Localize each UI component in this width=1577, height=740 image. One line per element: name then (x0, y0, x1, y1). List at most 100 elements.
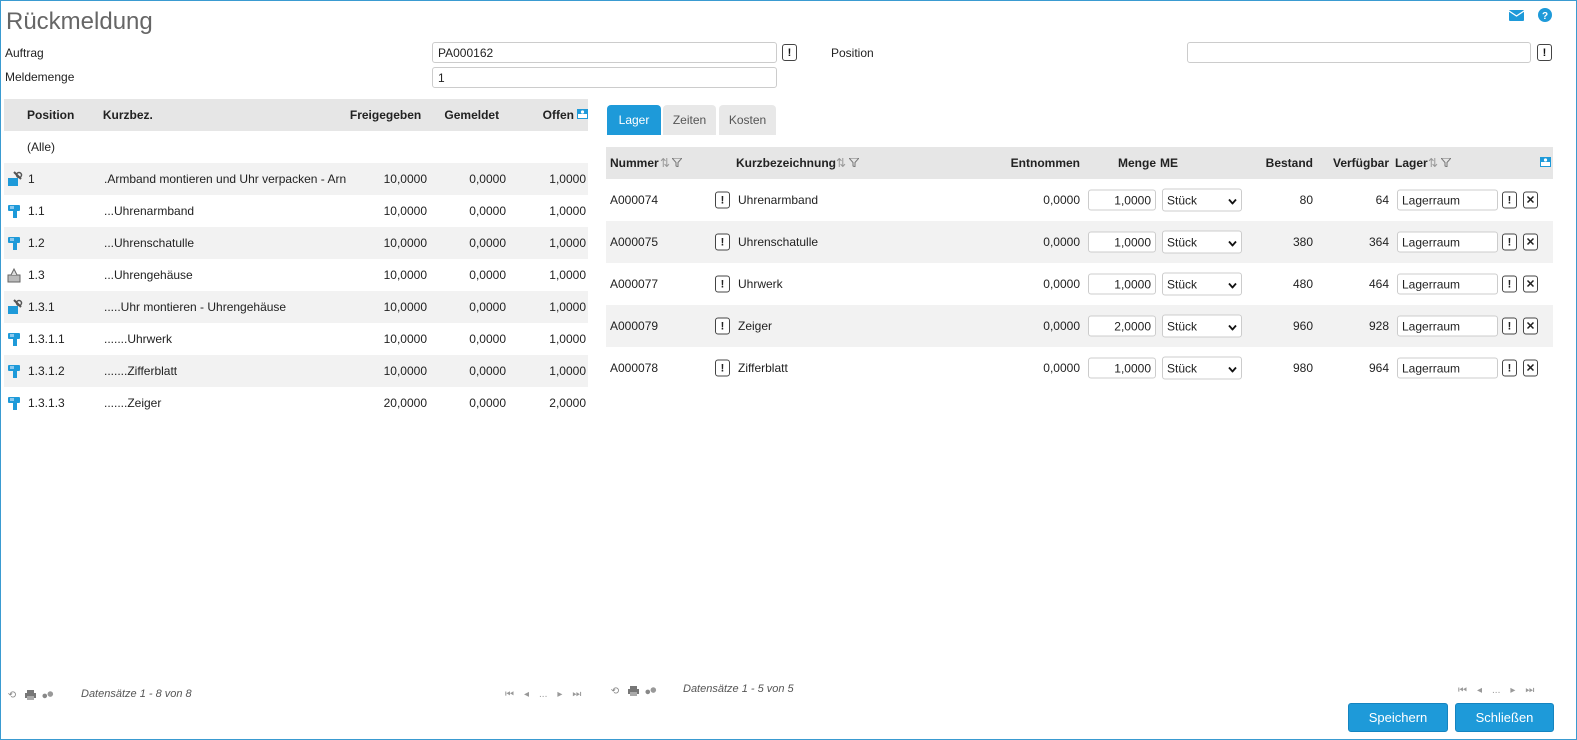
menge-input[interactable]: 1,0000 (1088, 231, 1156, 253)
article-info-button[interactable]: ! (715, 359, 730, 377)
me-select[interactable]: Stück (1162, 356, 1242, 380)
table-row[interactable]: A000074! Uhrenarmband 0,0000 1,0000 Stück 80 6… (606, 179, 1553, 221)
pager-ellipsis[interactable]: ... (1492, 685, 1500, 696)
table-row[interactable]: 1.3.1.1 .......Uhrwerk 10,0000 0,0000 1,0000 (4, 323, 588, 355)
table-row[interactable]: A000077! Uhrwerk 0,0000 1,0000 Stück 480 464 La… (606, 263, 1553, 305)
save-button[interactable]: Speichern (1348, 703, 1448, 732)
me-select[interactable]: Stück (1162, 272, 1242, 296)
delete-row-button[interactable]: ✕ (1523, 233, 1538, 251)
col-nummer[interactable]: Nummer (610, 156, 659, 170)
menge-input[interactable]: 1,0000 (1088, 273, 1156, 295)
filter-icon[interactable] (670, 156, 684, 170)
col-menge[interactable]: Menge (1118, 156, 1156, 170)
col-kurzbez[interactable]: Kurzbez. (103, 108, 344, 122)
me-select[interactable]: Stück (1162, 188, 1242, 212)
delete-row-button[interactable]: ✕ (1523, 317, 1538, 335)
lager-input[interactable]: Lagerraum (1397, 273, 1498, 295)
table-row[interactable]: 1.3.1.3 .......Zeiger 20,0000 0,0000 2,0000 (4, 387, 588, 419)
delete-row-button[interactable]: ✕ (1523, 275, 1538, 293)
page-title: Rückmeldung (6, 8, 153, 35)
table-row[interactable]: 1.3.1.2 .......Zifferblatt 10,0000 0,0000 1,… (4, 355, 588, 387)
print-icon[interactable] (24, 689, 36, 701)
article-info-button[interactable]: ! (715, 317, 730, 335)
last-page-icon[interactable]: ⏭ (572, 689, 581, 700)
lager-input[interactable]: Lagerraum (1397, 315, 1498, 337)
col-verfuegbar[interactable]: Verfügbar (1333, 156, 1389, 170)
lager-info-button[interactable]: ! (1502, 359, 1517, 377)
delete-row-button[interactable]: ✕ (1523, 359, 1538, 377)
filter-icon[interactable] (1439, 156, 1453, 170)
menge-input[interactable]: 1,0000 (1088, 357, 1156, 379)
table-row[interactable]: A000079! Zeiger 0,0000 2,0000 Stück 960 928 Lag… (606, 305, 1553, 347)
col-gemeldet[interactable]: Gemeldet (421, 108, 499, 122)
print-icon[interactable] (627, 685, 639, 697)
table-row[interactable]: 1.3.1 .....Uhr montieren - Uhrengehäuse 10… (4, 291, 588, 323)
lager-info-button[interactable]: ! (1502, 317, 1517, 335)
me-select[interactable]: Stück (1162, 314, 1242, 338)
table-row[interactable]: 1.3 ...Uhrengehäuse 10,0000 0,0000 1,0000 (4, 259, 588, 291)
me-value: Stück (1167, 235, 1198, 249)
last-page-icon[interactable]: ⏭ (1525, 685, 1534, 696)
prev-page-icon[interactable]: ◂ (524, 689, 529, 700)
col-lager[interactable]: Lager (1395, 156, 1428, 170)
row-gemeldet: 0,0000 (469, 364, 506, 378)
column-chooser-icon[interactable] (577, 108, 588, 122)
assembly-icon (6, 298, 24, 316)
next-page-icon[interactable]: ▸ (557, 689, 562, 700)
col-position[interactable]: Position (4, 108, 103, 122)
row-freigegeben: 10,0000 (383, 332, 427, 346)
tab-lager[interactable]: Lager (607, 105, 661, 135)
refresh-icon[interactable]: ⟲ (609, 685, 621, 697)
next-page-icon[interactable]: ▸ (1510, 685, 1515, 696)
col-freigegeben[interactable]: Freigegeben (344, 108, 421, 122)
auftrag-input[interactable]: PA000162 (432, 42, 777, 63)
close-button[interactable]: Schließen (1455, 703, 1554, 732)
position-input[interactable] (1187, 42, 1531, 63)
lager-info-button[interactable]: ! (1502, 191, 1517, 209)
lager-input[interactable]: Lagerraum (1397, 231, 1498, 253)
list-item-all[interactable]: (Alle) (4, 131, 588, 163)
lager-input[interactable]: Lagerraum (1397, 357, 1498, 379)
lager-input[interactable]: Lagerraum (1397, 189, 1498, 211)
first-page-icon[interactable]: ⏮ (1458, 685, 1467, 696)
table-row[interactable]: A000075! Uhrenschatulle 0,0000 1,0000 Stück 3… (606, 221, 1553, 263)
menge-input[interactable]: 2,0000 (1088, 315, 1156, 337)
col-offen[interactable]: Offen (499, 108, 574, 122)
settings-icon[interactable] (645, 685, 657, 697)
me-value: Stück (1167, 193, 1198, 207)
refresh-icon[interactable]: ⟲ (6, 689, 18, 701)
sort-icon[interactable]: ⇅ (1428, 156, 1438, 170)
first-page-icon[interactable]: ⏮ (505, 689, 514, 700)
tab-kosten[interactable]: Kosten (719, 105, 776, 135)
filter-icon[interactable] (847, 156, 861, 170)
settings-icon[interactable] (42, 689, 54, 701)
table-row[interactable]: 1 .Armband montieren und Uhr verpacken - … (4, 163, 588, 195)
table-row[interactable]: 1.1 ...Uhrenarmband 10,0000 0,0000 1,0000 (4, 195, 588, 227)
column-chooser-icon[interactable] (1540, 156, 1551, 170)
pager-ellipsis[interactable]: ... (539, 689, 547, 700)
article-info-button[interactable]: ! (715, 191, 730, 209)
sort-icon[interactable]: ⇅ (660, 156, 670, 170)
position-info-button[interactable]: ! (1537, 44, 1552, 61)
col-me[interactable]: ME (1160, 156, 1178, 170)
article-info-button[interactable]: ! (715, 233, 730, 251)
row-kurzbezeichnung: Zifferblatt (738, 361, 788, 375)
col-kurzbezeichnung[interactable]: Kurzbezeichnung (736, 156, 836, 170)
mail-icon[interactable] (1508, 8, 1524, 22)
col-bestand[interactable]: Bestand (1266, 156, 1313, 170)
article-info-button[interactable]: ! (715, 275, 730, 293)
delete-row-button[interactable]: ✕ (1523, 191, 1538, 209)
lager-info-button[interactable]: ! (1502, 233, 1517, 251)
lager-info-button[interactable]: ! (1502, 275, 1517, 293)
tab-zeiten[interactable]: Zeiten (663, 105, 716, 135)
sort-icon[interactable]: ⇅ (836, 156, 846, 170)
col-entnommen[interactable]: Entnommen (1011, 156, 1080, 170)
help-icon[interactable]: ? (1537, 8, 1553, 22)
table-row[interactable]: A000078! Zifferblatt 0,0000 1,0000 Stück 980 9… (606, 347, 1553, 389)
auftrag-info-button[interactable]: ! (782, 44, 797, 61)
prev-page-icon[interactable]: ◂ (1477, 685, 1482, 696)
me-select[interactable]: Stück (1162, 230, 1242, 254)
table-row[interactable]: 1.2 ...Uhrenschatulle 10,0000 0,0000 1,0000 (4, 227, 588, 259)
menge-input[interactable]: 1,0000 (1088, 189, 1156, 211)
meldemenge-input[interactable]: 1 (432, 67, 777, 88)
